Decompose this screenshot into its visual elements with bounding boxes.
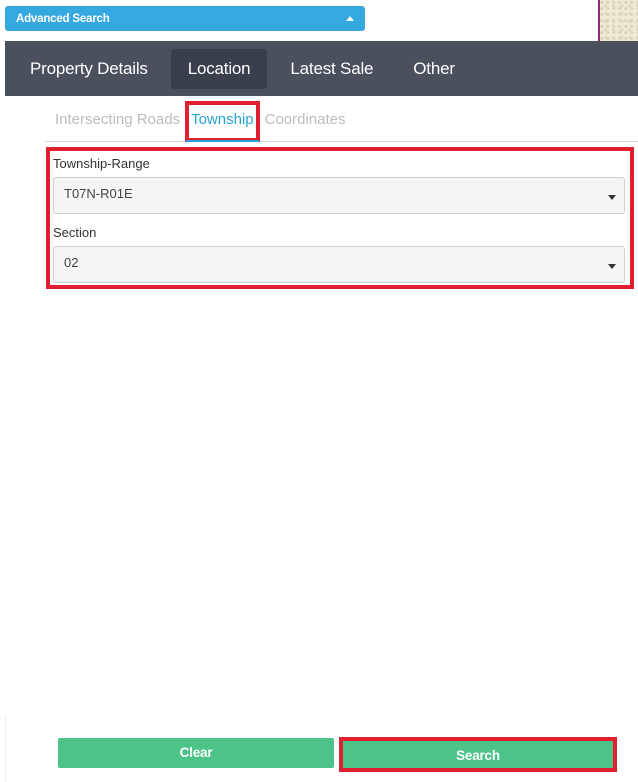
subtab-intersecting-roads[interactable]: Intersecting Roads: [45, 102, 185, 141]
advanced-search-toggle[interactable]: Advanced Search: [5, 6, 365, 31]
clear-button[interactable]: Clear: [58, 738, 334, 768]
footer-divider: [5, 716, 6, 782]
main-tab-bar: Property Details Location Latest Sale Ot…: [5, 41, 638, 96]
section-label: Section: [53, 225, 97, 240]
caret-up-icon: [346, 16, 354, 21]
subtab-coordinates[interactable]: Coordinates: [260, 102, 351, 141]
section-value: 02: [64, 255, 79, 270]
caret-down-icon: [608, 264, 616, 269]
tab-other[interactable]: Other: [396, 49, 472, 89]
advanced-search-label: Advanced Search: [16, 12, 110, 25]
section-select[interactable]: 02: [53, 246, 625, 283]
township-range-select[interactable]: T07N-R01E: [53, 177, 625, 214]
map-texture: [600, 0, 638, 42]
township-form: Township-Range T07N-R01E Section 02: [46, 147, 634, 289]
tab-property-details[interactable]: Property Details: [13, 49, 165, 89]
township-range-value: T07N-R01E: [64, 186, 133, 201]
search-button[interactable]: Search: [339, 737, 617, 772]
map-preview: [598, 0, 638, 42]
subtab-township[interactable]: Township: [185, 101, 260, 142]
location-sub-tabs: Intersecting Roads Township Coordinates: [45, 101, 638, 142]
township-range-label: Township-Range: [53, 156, 150, 171]
tab-latest-sale[interactable]: Latest Sale: [273, 49, 390, 89]
tab-location[interactable]: Location: [170, 48, 268, 89]
caret-down-icon: [608, 195, 616, 200]
